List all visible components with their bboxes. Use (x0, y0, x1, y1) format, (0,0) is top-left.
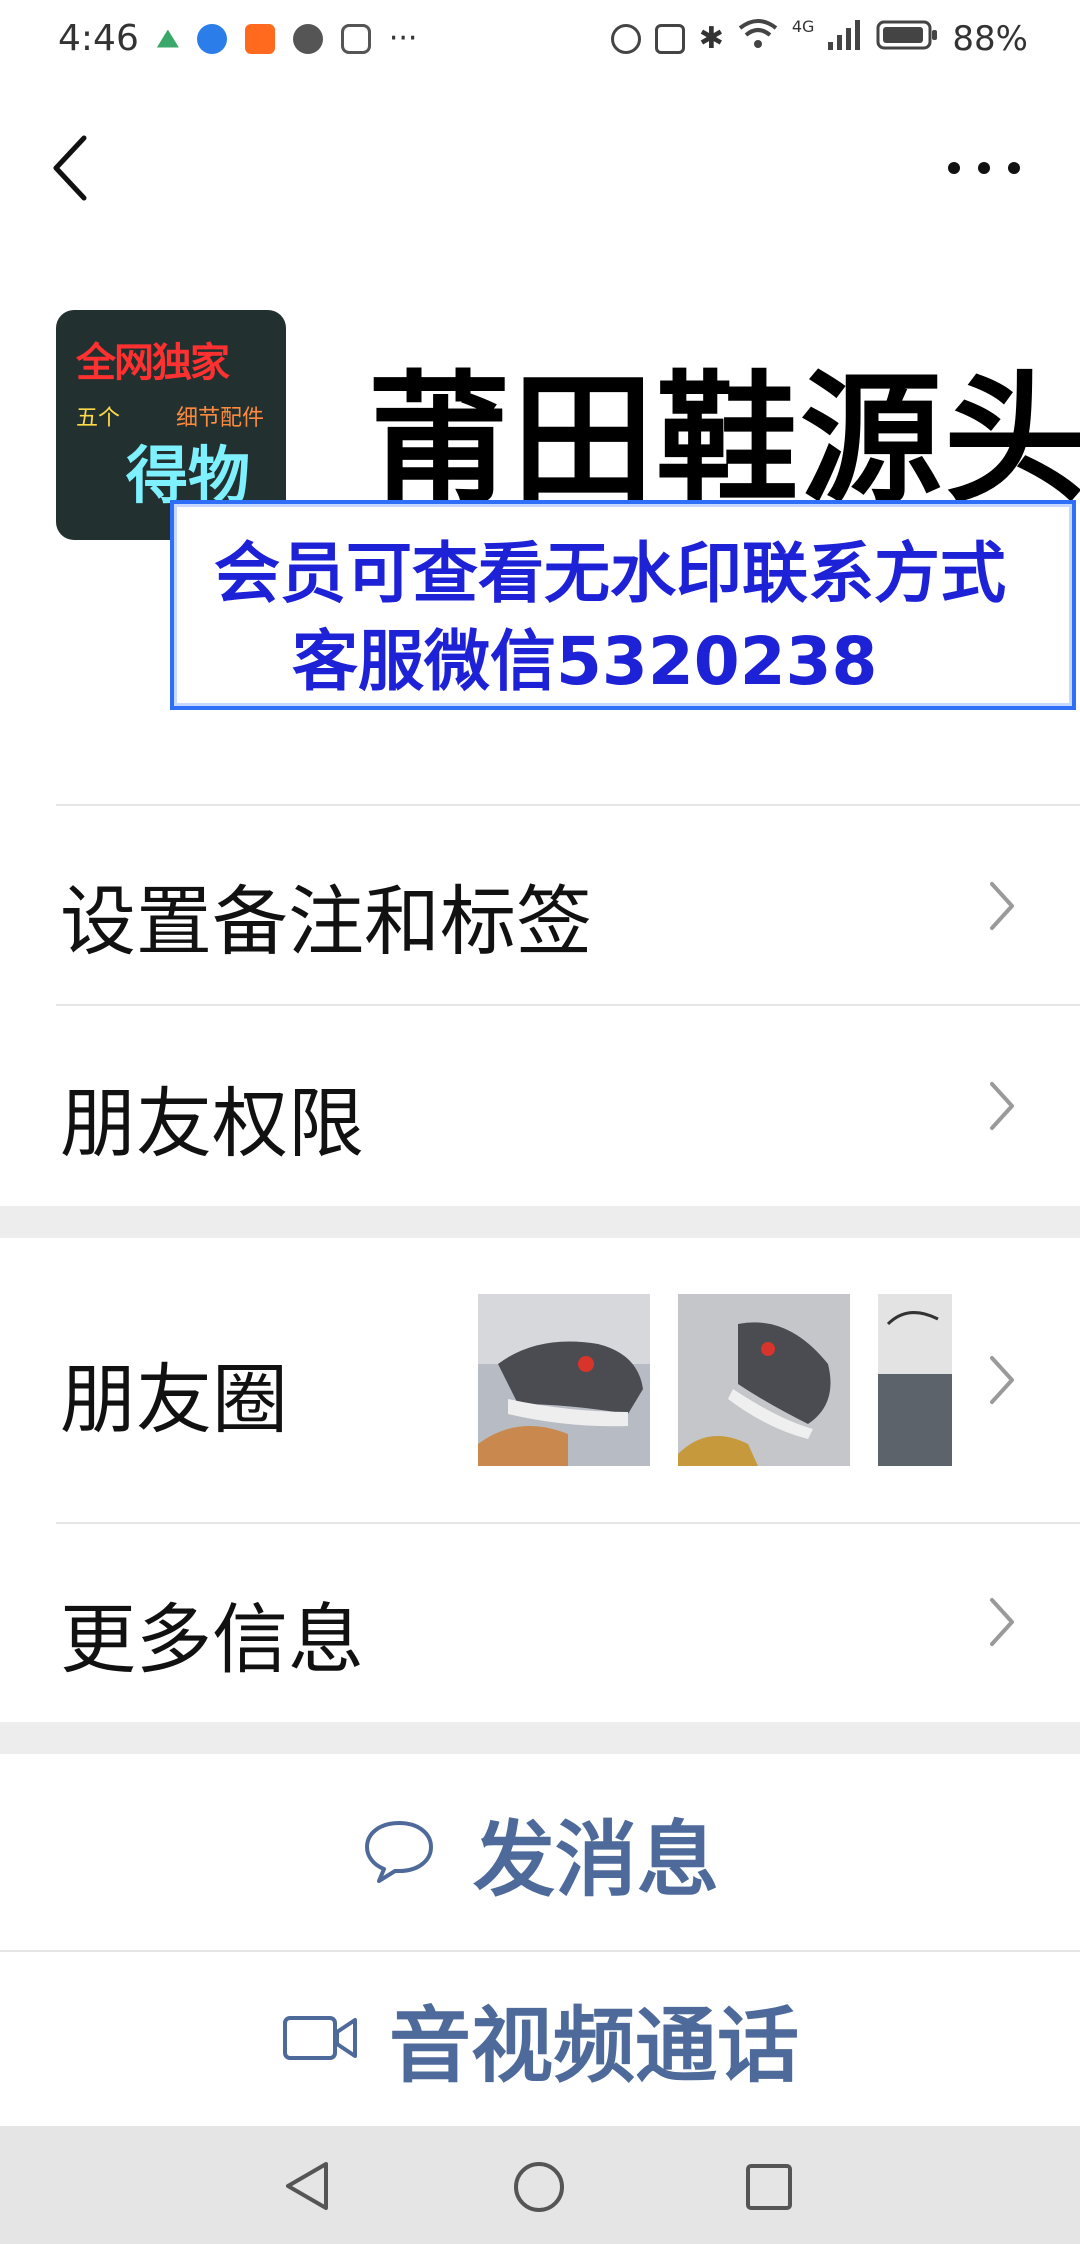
app-icon (196, 23, 227, 54)
signal-icon (828, 19, 862, 59)
more-icon (948, 162, 1020, 174)
chevron-right-icon (990, 1598, 1014, 1646)
moments-photo (878, 1294, 952, 1466)
more-button[interactable] (940, 140, 1030, 200)
more-info-row[interactable]: 更多信息 (0, 1524, 1080, 1722)
data-saver-icon (610, 23, 641, 54)
watermark-line-1: 会员可查看无水印联系方式 (214, 535, 1006, 612)
bluetooth-icon: ✱ (698, 21, 724, 56)
profile-header: 全网独家 五个 细节配件 得物 莆田鞋源头 会员可查看无水印联系方式 客服微信5… (0, 300, 1080, 720)
moments-photo (478, 1294, 650, 1466)
send-message-label: 发消息 (472, 1812, 719, 1908)
section-gap (0, 1206, 1080, 1238)
chevron-right-icon (990, 882, 1014, 930)
moments-row[interactable]: 朋友圈 (0, 1238, 1080, 1522)
chevron-right-icon (990, 1356, 1014, 1404)
app-icon (244, 23, 275, 54)
battery-percent: 88% (952, 18, 1028, 59)
network-type: 4G (791, 17, 815, 36)
top-bar (0, 110, 1080, 220)
moments-photo (678, 1294, 850, 1466)
app-icon (156, 29, 179, 48)
chevron-right-icon (990, 1082, 1014, 1130)
app-icon (340, 23, 371, 54)
remark-tags-label: 设置备注和标签 (60, 877, 592, 966)
nfc-icon (654, 23, 685, 54)
system-nav-bar (0, 2126, 1080, 2244)
avatar-text: 全网独家 (76, 340, 230, 386)
more-notifications-icon: ··· (388, 21, 418, 56)
section-gap (0, 1722, 1080, 1754)
video-camera-icon (282, 2016, 357, 2060)
back-button[interactable] (44, 128, 114, 208)
friend-permissions-row[interactable]: 朋友权限 (0, 1006, 1080, 1206)
moments-photos (478, 1294, 952, 1466)
status-time: 4:46 (58, 18, 139, 59)
chat-icon (292, 23, 323, 54)
friend-permissions-label: 朋友权限 (60, 1079, 364, 1168)
moments-label: 朋友圈 (60, 1355, 288, 1444)
video-call-button[interactable]: 音视频通话 (0, 1952, 1080, 2124)
video-call-label: 音视频通话 (388, 1998, 799, 2094)
watermark-banner: 会员可查看无水印联系方式 客服微信5320238 (170, 500, 1076, 710)
wifi-icon (738, 18, 778, 59)
status-bar: 4:46 ··· ✱ 4G 88% (0, 0, 1080, 84)
remark-tags-row[interactable]: 设置备注和标签 (0, 806, 1080, 1004)
send-message-button[interactable]: 发消息 (0, 1754, 1080, 1950)
nav-home-icon[interactable] (512, 2160, 566, 2214)
avatar-text: 五个 (76, 406, 121, 431)
nav-back-icon[interactable] (282, 2160, 332, 2212)
chat-bubble-icon (364, 1821, 433, 1883)
nav-recents-icon[interactable] (744, 2162, 794, 2212)
more-info-label: 更多信息 (60, 1595, 364, 1684)
battery-icon (876, 19, 938, 59)
watermark-line-2: 客服微信5320238 (292, 623, 878, 700)
back-icon (53, 135, 87, 201)
